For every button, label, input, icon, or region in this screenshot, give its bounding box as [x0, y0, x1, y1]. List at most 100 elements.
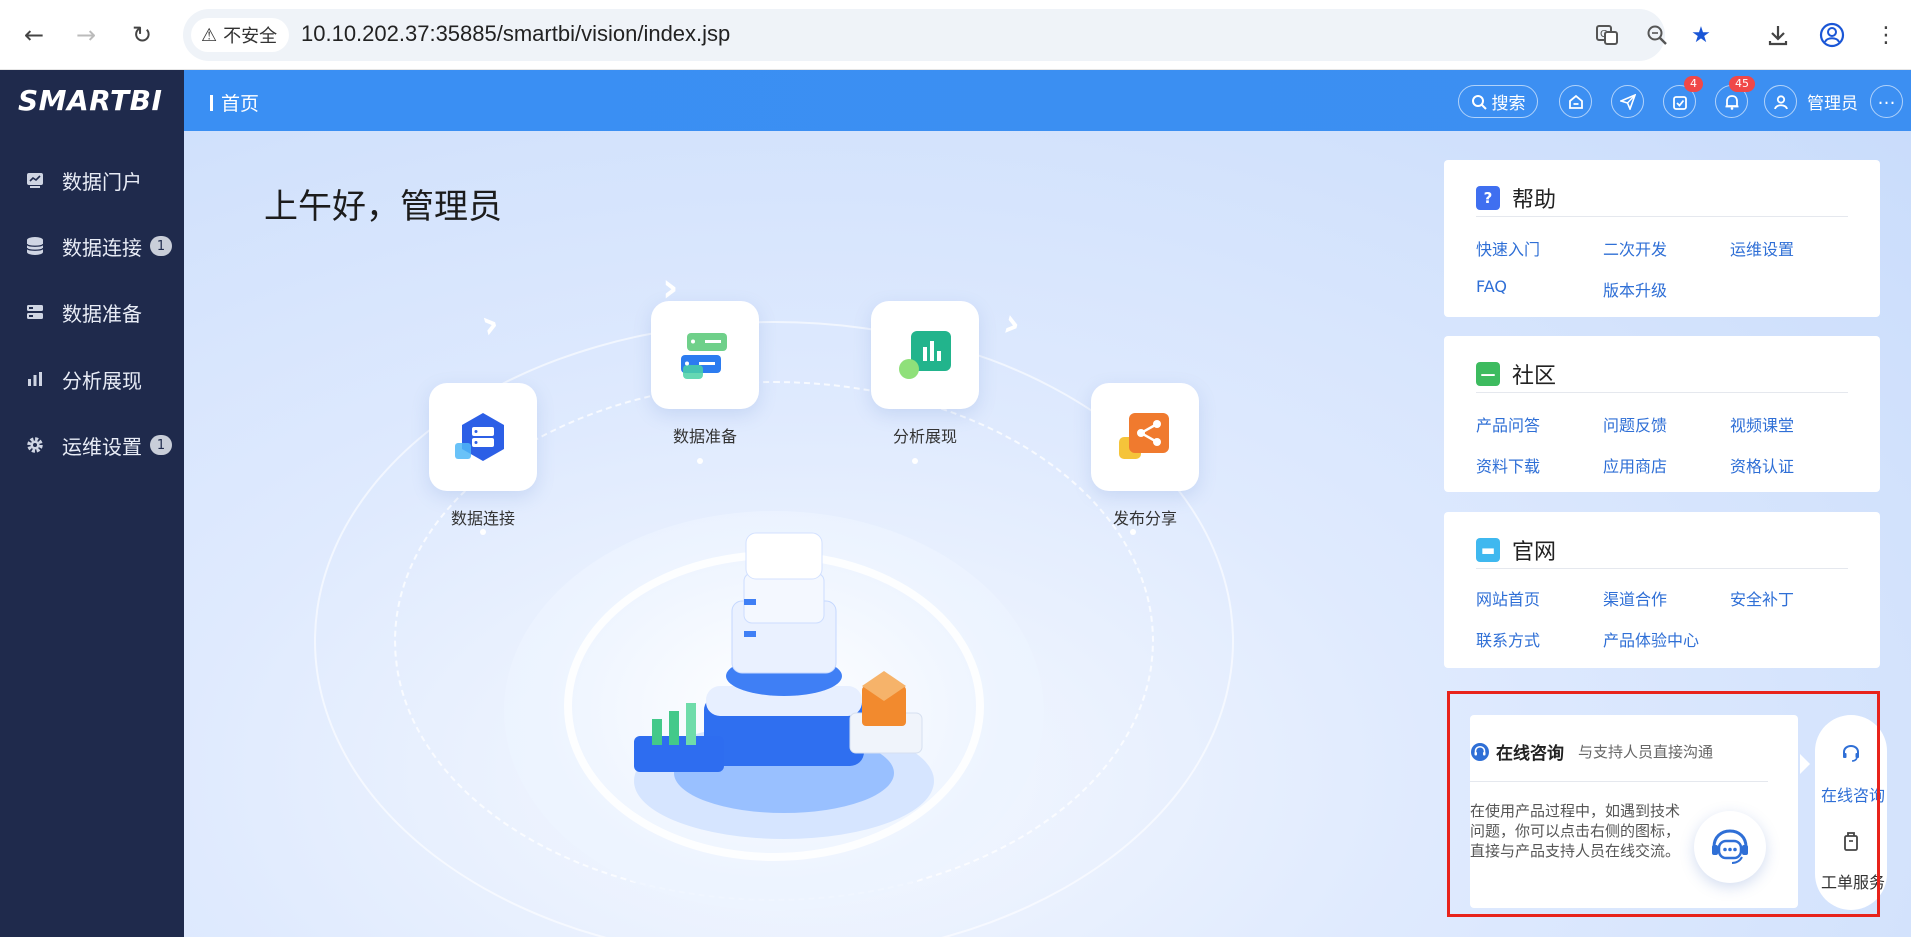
count-badge: 1 [150, 236, 172, 256]
sidebar-item-data-connection[interactable]: 数据连接 1 [0, 216, 184, 276]
flow-label-data-connection: 数据连接 [450, 509, 515, 528]
help-link-quickstart[interactable]: 快速入门 [1476, 236, 1540, 260]
task-check-icon [1672, 95, 1687, 110]
url-text[interactable]: 10.10.202.37:35885/smartbi/vision/index.… [301, 21, 730, 47]
home-button[interactable] [1559, 85, 1592, 118]
greeting-title: 上午好，管理员 [264, 187, 502, 227]
analysis-chart-icon [899, 331, 951, 379]
sidebar-item-data-portal[interactable]: 数据门户 [0, 150, 184, 210]
breadcrumb-home[interactable]: 首页 [221, 89, 259, 116]
flow-dot [480, 529, 486, 535]
official-link-partner[interactable]: 渠道合作 [1603, 586, 1667, 610]
sidebar-item-label: 数据连接 [62, 235, 142, 260]
official-link-home[interactable]: 网站首页 [1476, 586, 1540, 610]
zoom-icon[interactable] [1643, 21, 1671, 49]
user-name: 管理员 [1807, 94, 1858, 114]
publish-button[interactable] [1611, 85, 1644, 118]
translate-icon[interactable]: G [1593, 21, 1621, 49]
flow-dot [912, 458, 918, 464]
monitor-icon: ▬ [1476, 538, 1500, 562]
profile-icon[interactable] [1814, 17, 1850, 53]
official-link-contact[interactable]: 联系方式 [1476, 627, 1540, 651]
more-button[interactable]: … [1870, 85, 1903, 118]
search-label: 搜索 [1491, 94, 1526, 114]
official-title: 官网 [1512, 540, 1557, 565]
notifications-badge: 45 [1729, 76, 1755, 92]
back-icon[interactable]: ← [16, 17, 52, 53]
security-label: 不安全 [223, 26, 278, 47]
question-icon: ? [1476, 186, 1500, 210]
more-menu-icon[interactable]: ⋮ [1868, 17, 1904, 53]
official-header: ▬ 官网 [1476, 534, 1556, 566]
user-icon [1764, 85, 1797, 118]
count-badge: 1 [150, 435, 172, 455]
flow-card-data-preparation[interactable] [651, 301, 759, 409]
community-header: — 社区 [1476, 358, 1556, 390]
official-panel: ▬ 官网 网站首页 渠道合作 安全补丁 联系方式 产品体验中心 [1444, 512, 1880, 668]
bell-icon [1725, 94, 1738, 110]
flow-card-publish-share[interactable] [1091, 383, 1199, 491]
download-icon[interactable] [1760, 17, 1796, 53]
highlight-frame [1447, 691, 1880, 917]
flow-dot [697, 458, 703, 464]
help-header: ? 帮助 [1476, 182, 1556, 214]
home-icon [1568, 94, 1583, 109]
tasks-badge: 4 [1684, 76, 1703, 92]
sidebar-item-ops-settings[interactable]: 运维设置 1 [0, 415, 184, 475]
flow-arrow-icon: › [476, 299, 505, 349]
data-prep-icon [681, 333, 727, 379]
database-connect-icon [455, 413, 504, 461]
community-link-download[interactable]: 资料下载 [1476, 453, 1540, 477]
app-sidebar: SMARTBI 数据门户 数据连接 1 数据准备 分析展现 运维设置 1 [0, 70, 184, 937]
help-link-faq[interactable]: FAQ [1476, 277, 1507, 296]
divider [1476, 392, 1848, 393]
breadcrumb-marker [210, 94, 213, 111]
community-link-certification[interactable]: 资格认证 [1730, 453, 1794, 477]
paper-plane-icon [1619, 93, 1636, 110]
forward-icon[interactable]: → [68, 17, 104, 53]
flow-dot [1130, 529, 1136, 535]
divider [1476, 568, 1848, 569]
breadcrumb: 首页 [210, 89, 259, 116]
more-dots-icon: … [1877, 87, 1896, 109]
community-link-video[interactable]: 视频课堂 [1730, 412, 1794, 436]
bar-chart-icon [24, 368, 46, 390]
reload-icon[interactable]: ↻ [124, 17, 160, 53]
help-link-ops[interactable]: 运维设置 [1730, 236, 1794, 260]
help-link-dev[interactable]: 二次开发 [1603, 236, 1667, 260]
help-title: 帮助 [1512, 188, 1557, 213]
data-platform-illustration [634, 532, 934, 839]
sidebar-item-label: 数据门户 [62, 169, 142, 194]
notifications-button[interactable]: 45 [1715, 76, 1755, 118]
help-link-upgrade[interactable]: 版本升级 [1603, 277, 1667, 301]
official-link-patch[interactable]: 安全补丁 [1730, 586, 1794, 610]
browser-toolbar: ← → ↻ ⚠ 不安全 10.10.202.37:35885/smartbi/v… [0, 0, 1911, 70]
flow-arrow-icon: › [998, 299, 1027, 349]
search-button[interactable]: 搜索 [1458, 85, 1538, 118]
address-bar[interactable]: ⚠ 不安全 10.10.202.37:35885/smartbi/vision/… [183, 9, 1711, 61]
official-link-experience[interactable]: 产品体验中心 [1603, 627, 1699, 651]
flow-card-analysis[interactable] [871, 301, 979, 409]
security-chip[interactable]: ⚠ 不安全 [191, 18, 290, 52]
flow-card-data-connection[interactable] [429, 383, 537, 491]
chat-icon: — [1476, 362, 1500, 386]
community-link-appstore[interactable]: 应用商店 [1603, 453, 1667, 477]
flow-label-analysis: 分析展现 [892, 427, 957, 446]
chart-icon [24, 169, 46, 191]
tasks-button[interactable]: 4 [1663, 76, 1703, 118]
community-link-qa[interactable]: 产品问答 [1476, 412, 1540, 436]
flow-label-publish-share: 发布分享 [1112, 509, 1177, 528]
community-link-feedback[interactable]: 问题反馈 [1603, 412, 1667, 436]
app-topbar: 首页 搜索 4 45 管理员 … [184, 70, 1911, 131]
sidebar-item-label: 分析展现 [62, 368, 142, 393]
sidebar-item-label: 数据准备 [62, 301, 142, 326]
sidebar-item-analysis[interactable]: 分析展现 [0, 349, 184, 409]
gear-icon [24, 434, 46, 456]
divider [1476, 216, 1848, 217]
sidebar-item-data-preparation[interactable]: 数据准备 [0, 282, 184, 342]
bookmark-star-icon[interactable]: ★ [1687, 21, 1715, 49]
user-menu[interactable]: 管理员 [1764, 85, 1858, 118]
share-icon [1119, 413, 1169, 459]
community-title: 社区 [1512, 364, 1557, 389]
help-panel: ? 帮助 快速入门 二次开发 运维设置 FAQ 版本升级 [1444, 160, 1880, 317]
